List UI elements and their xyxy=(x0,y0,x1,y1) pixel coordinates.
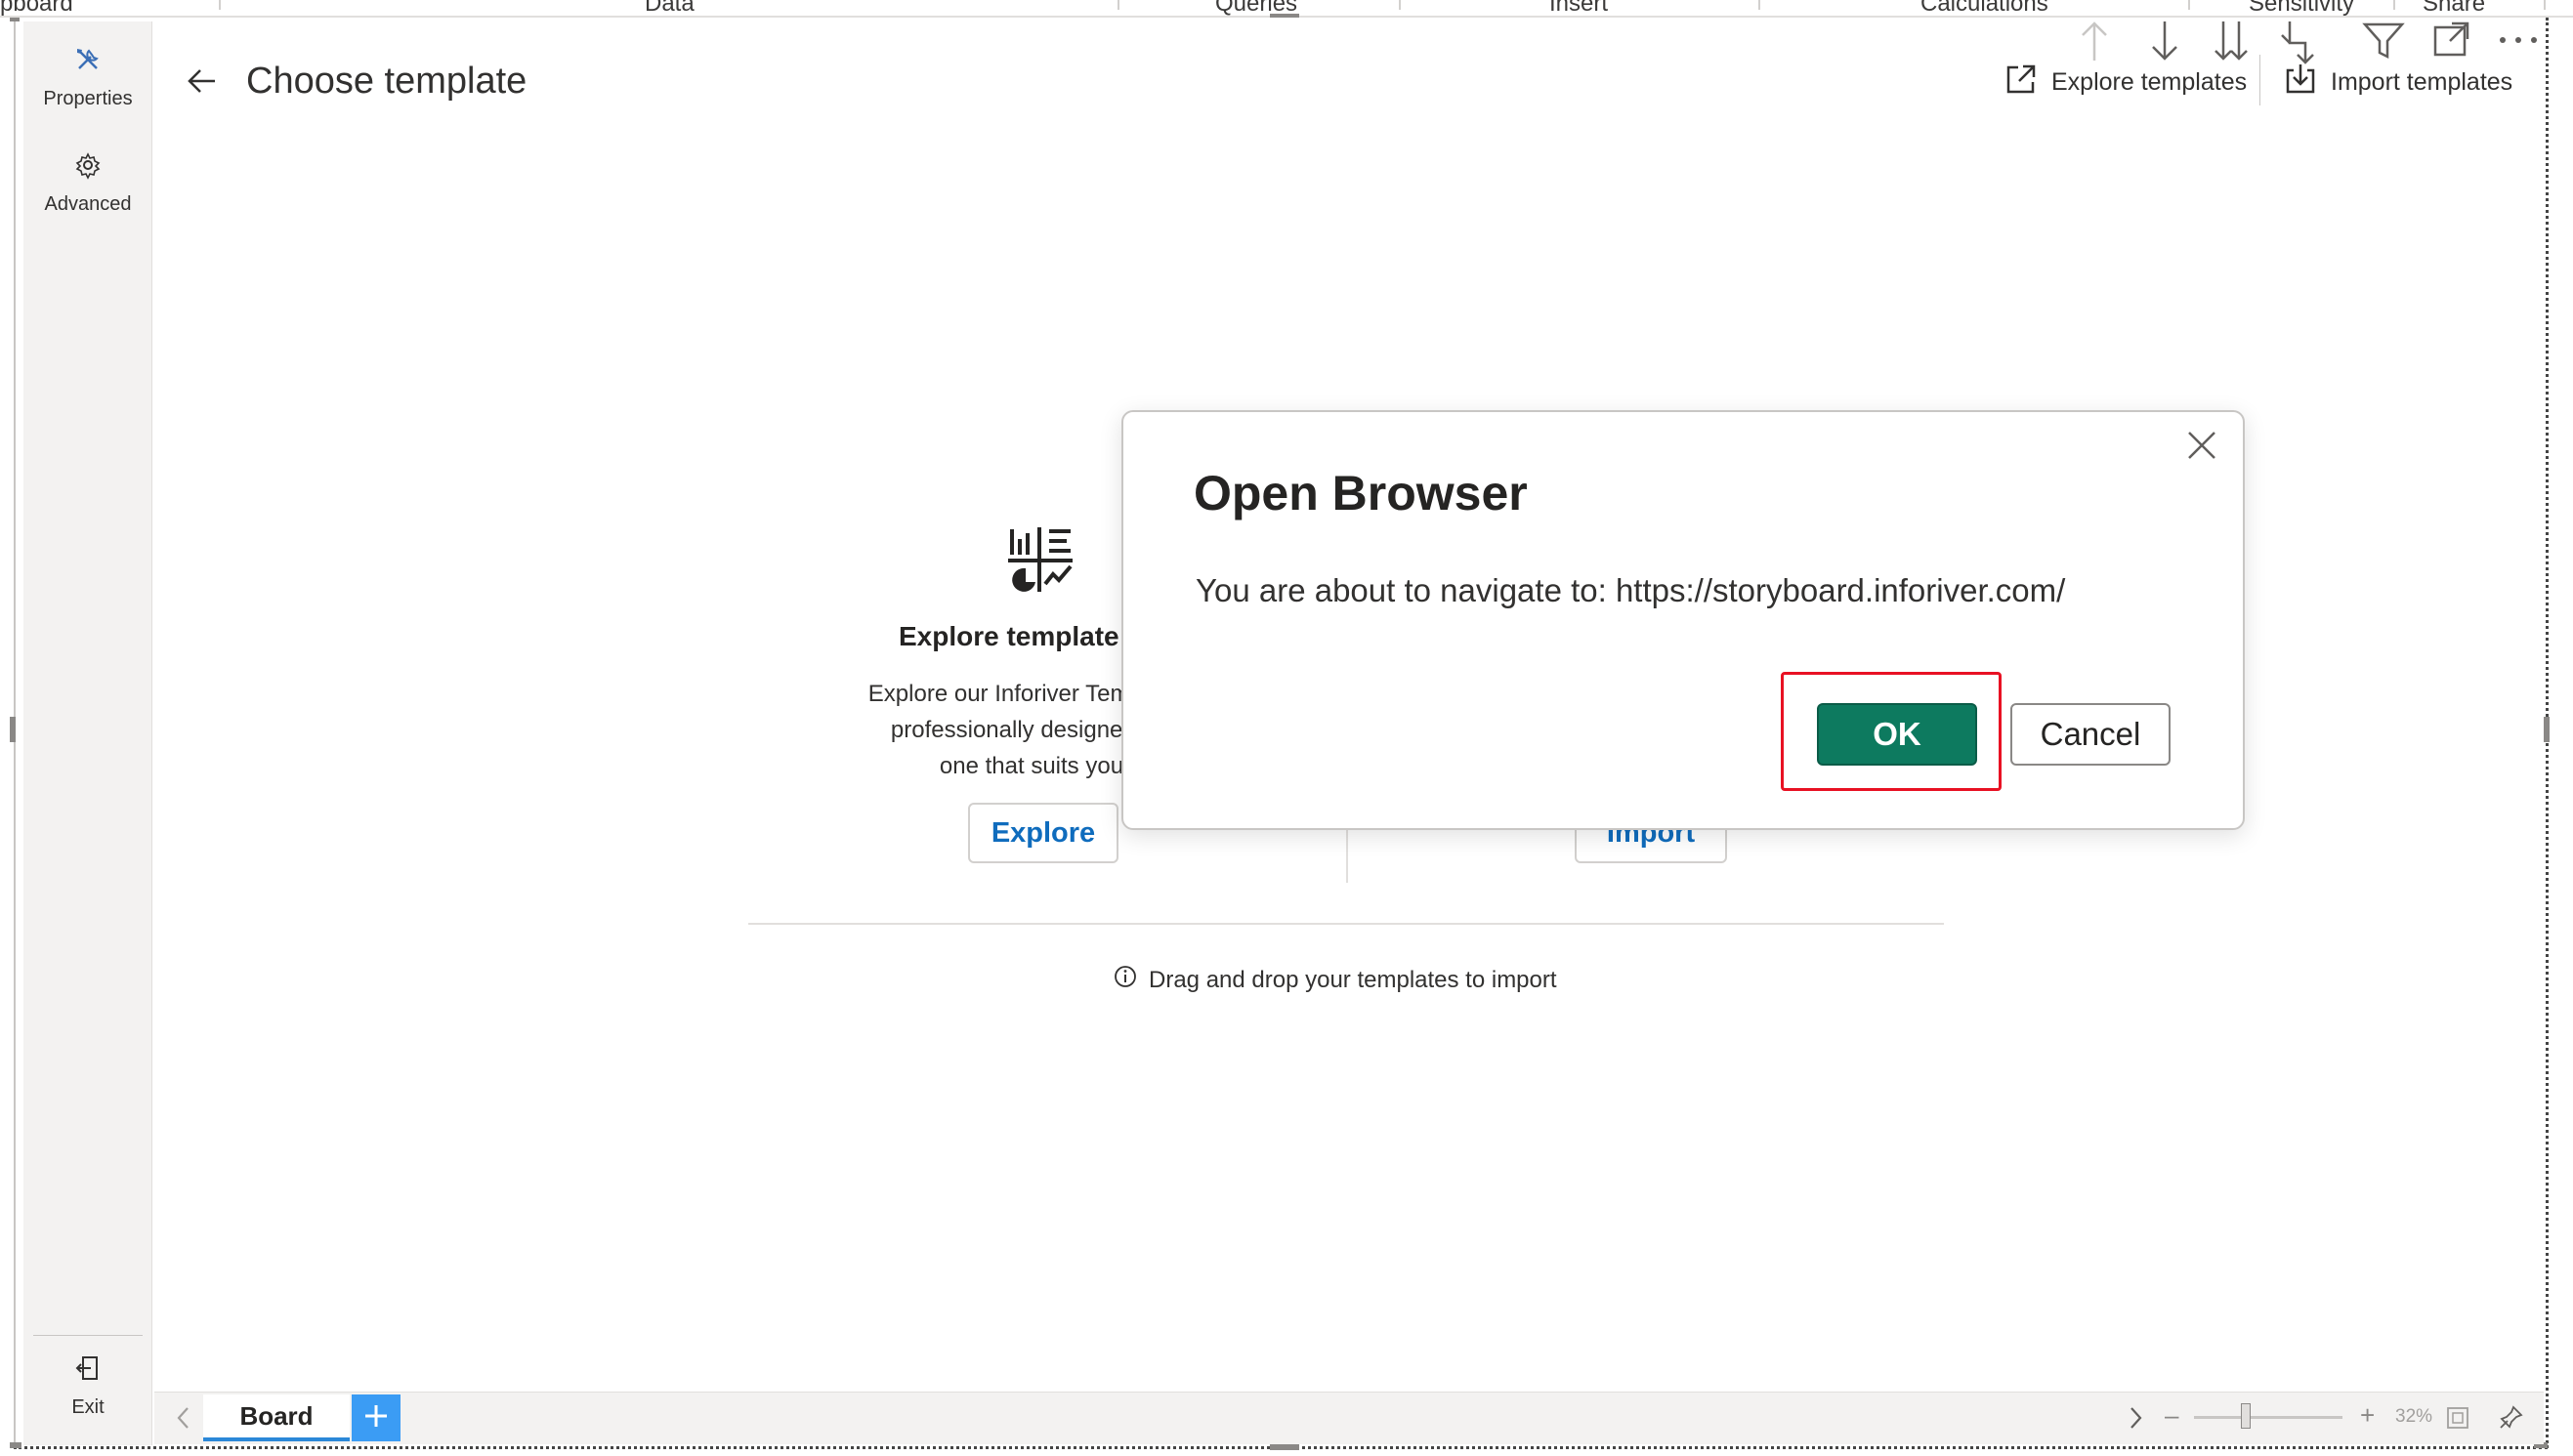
ribbon-separator xyxy=(219,0,221,10)
resize-handle-bottom-left[interactable] xyxy=(10,1442,21,1448)
zoom-percent: 32% xyxy=(2395,1406,2433,1427)
filter-icon[interactable] xyxy=(2362,20,2405,67)
focus-mode-icon[interactable] xyxy=(2432,20,2471,63)
ok-button[interactable]: OK xyxy=(1817,703,1977,766)
drag-drop-hint-text: Drag and drop your templates to import xyxy=(1149,966,1557,993)
ribbon-tab-data[interactable]: Data xyxy=(645,0,695,18)
ribbon-separator xyxy=(2544,0,2546,10)
page-navigation-bar: Board – + 32% xyxy=(154,1392,2544,1444)
ribbon-separator xyxy=(2188,0,2190,10)
plus-icon xyxy=(363,1403,389,1434)
explore-card-title: Explore template xyxy=(899,621,1119,651)
more-options-icon[interactable] xyxy=(2497,33,2540,51)
template-gallery-icon xyxy=(1006,525,1075,599)
import-icon xyxy=(2284,62,2317,103)
drag-drop-hint: Drag and drop your templates to import xyxy=(1114,965,1557,995)
pin-icon[interactable] xyxy=(2499,1404,2524,1435)
ribbon-tab-share[interactable]: Share xyxy=(2423,0,2485,18)
rail-properties-label: Properties xyxy=(43,88,133,109)
chevron-left-icon[interactable] xyxy=(174,1404,193,1436)
external-link-icon xyxy=(2004,62,2038,103)
drill-down-icon[interactable] xyxy=(2145,20,2184,67)
resize-handle-left[interactable] xyxy=(10,717,16,742)
ribbon-separator xyxy=(1399,0,1401,10)
explore-templates-label: Explore templates xyxy=(2051,68,2248,96)
ribbon-tab-clipboard[interactable]: pboard xyxy=(0,0,73,18)
drill-up-icon[interactable] xyxy=(2075,20,2114,67)
resize-handle-top[interactable] xyxy=(1270,14,1299,18)
zoom-slider-thumb[interactable] xyxy=(2241,1403,2251,1429)
open-browser-dialog: Open Browser You are about to navigate t… xyxy=(1121,410,2245,830)
rail-advanced-button[interactable]: Advanced xyxy=(23,150,152,216)
ribbon-tab-calculations[interactable]: Calculations xyxy=(1920,0,2048,18)
section-divider xyxy=(748,923,1944,925)
dialog-title: Open Browser xyxy=(1194,466,1528,520)
zoom-in-button[interactable]: + xyxy=(2360,1400,2375,1431)
rail-divider xyxy=(33,1335,143,1336)
resize-handle-right[interactable] xyxy=(2544,717,2550,742)
zoom-out-button[interactable]: – xyxy=(2165,1400,2178,1431)
tools-icon xyxy=(23,45,152,80)
info-icon xyxy=(1114,965,1137,995)
rail-properties-button[interactable]: Properties xyxy=(23,45,152,110)
rail-exit-button[interactable]: Exit xyxy=(23,1353,152,1419)
fit-to-page-icon[interactable] xyxy=(2446,1406,2469,1435)
resize-handle-top-left[interactable] xyxy=(10,18,20,21)
chevron-right-icon[interactable] xyxy=(2126,1404,2145,1436)
ribbon-tab-insert[interactable]: Insert xyxy=(1549,0,1608,18)
add-page-button[interactable] xyxy=(352,1394,401,1441)
ribbon-tab-sensitivity[interactable]: Sensitivity xyxy=(2249,0,2354,18)
rail-advanced-label: Advanced xyxy=(44,193,132,215)
ribbon-separator xyxy=(1118,0,1119,10)
cancel-button[interactable]: Cancel xyxy=(2010,703,2171,766)
header-separator xyxy=(2259,55,2260,105)
import-templates-button[interactable]: Import templates xyxy=(2284,62,2512,103)
back-arrow-icon[interactable] xyxy=(186,64,219,103)
expand-all-down-icon[interactable] xyxy=(2210,20,2253,67)
ribbon-separator xyxy=(1758,0,1760,10)
left-rail: Properties Advanced Exit xyxy=(23,21,152,1445)
gear-icon xyxy=(23,150,152,186)
close-icon[interactable] xyxy=(2184,428,2219,468)
explore-templates-button[interactable]: Explore templates xyxy=(2004,62,2247,103)
dialog-message: You are about to navigate to: https://st… xyxy=(1196,572,2066,608)
page-tab-board[interactable]: Board xyxy=(203,1394,350,1441)
explore-button[interactable]: Explore xyxy=(968,803,1118,863)
rail-exit-label: Exit xyxy=(71,1396,105,1418)
ribbon-separator xyxy=(2393,0,2395,10)
zoom-slider[interactable] xyxy=(2194,1416,2342,1419)
import-templates-label: Import templates xyxy=(2331,68,2513,96)
resize-handle-bottom[interactable] xyxy=(1270,1444,1299,1450)
page-title: Choose template xyxy=(246,61,527,102)
exit-icon xyxy=(23,1353,152,1389)
